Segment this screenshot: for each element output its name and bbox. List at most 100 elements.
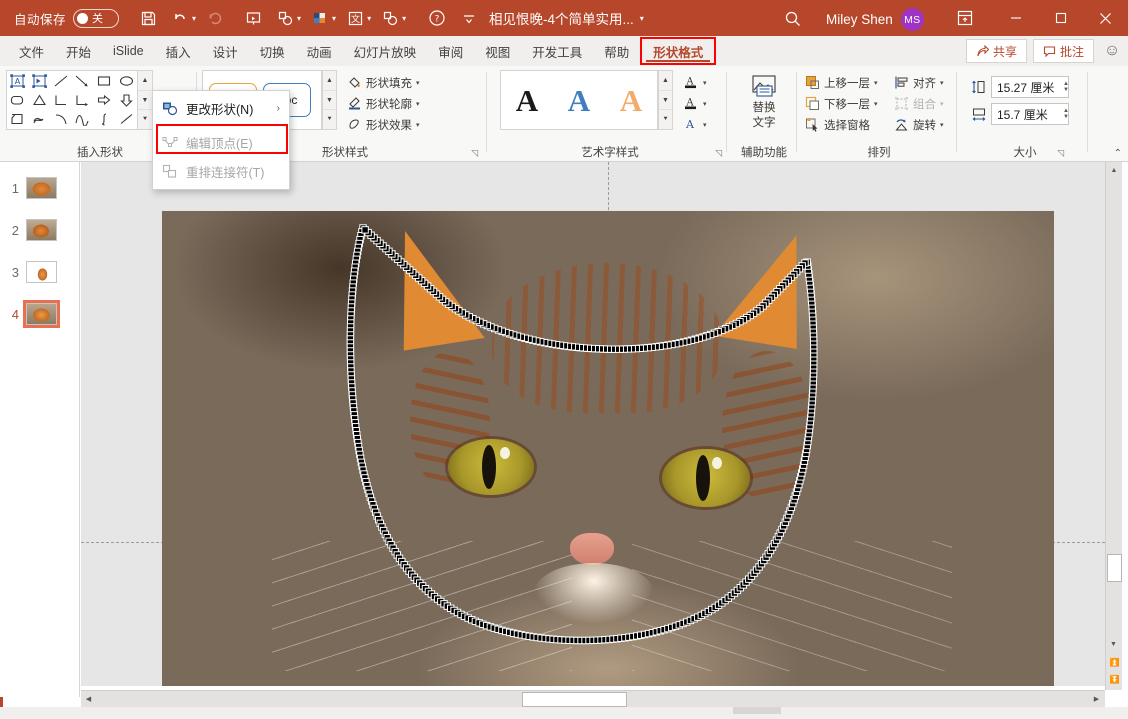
shape-height-stepper[interactable]: ▲ ▼	[1059, 76, 1073, 98]
shape-fill-button[interactable]: 形状填充 ▾	[346, 72, 420, 93]
translate-icon[interactable]: 文	[340, 3, 370, 33]
text-fill-caret-icon[interactable]: ▾	[703, 79, 707, 87]
slide-thumbnail-image[interactable]	[26, 261, 57, 283]
tab-view[interactable]: 视图	[474, 36, 521, 66]
undo-icon[interactable]	[165, 3, 195, 33]
shape-arrow-line-icon[interactable]	[73, 72, 93, 90]
style-more-icon[interactable]: ⯆	[323, 110, 336, 129]
slide-thumbnail-item-4[interactable]: 4	[0, 298, 79, 330]
rotate-button[interactable]: 旋转 ▾	[893, 114, 944, 135]
color-palette-icon[interactable]	[305, 3, 335, 33]
wordart-sample-1[interactable]: A	[516, 85, 538, 116]
hscroll-thumb[interactable]	[522, 691, 627, 707]
align-button[interactable]: 对齐 ▾	[893, 72, 944, 93]
minimize-button[interactable]	[993, 0, 1038, 36]
gallery-scroll-down-icon[interactable]: ▼	[138, 91, 152, 111]
shape-rounded-rect-icon[interactable]	[8, 91, 28, 109]
style-scroll-up-icon[interactable]: ▲	[323, 71, 336, 91]
maximize-button[interactable]	[1038, 0, 1083, 36]
vertex-handles[interactable]	[346, 224, 818, 645]
shape-line-icon[interactable]	[51, 72, 71, 90]
help-icon[interactable]: ?	[422, 3, 452, 33]
vscroll-thumb[interactable]	[1107, 554, 1122, 582]
shape-scribble-icon[interactable]	[29, 110, 49, 128]
shape-folded-corner-icon[interactable]	[8, 110, 28, 128]
send-backward-button[interactable]: 下移一层 ▾	[804, 93, 878, 114]
previous-slide-button[interactable]: ⏫	[1107, 654, 1122, 670]
tab-help[interactable]: 帮助	[593, 36, 640, 66]
tab-animations[interactable]: 动画	[296, 36, 343, 66]
tab-review[interactable]: 审阅	[427, 36, 474, 66]
tab-design[interactable]: 设计	[202, 36, 249, 66]
document-title-area[interactable]: 相见恨晚-4个简单实用... ▾	[489, 8, 644, 28]
shape-textbox-icon[interactable]: A	[8, 72, 28, 90]
palette-caret-icon[interactable]: ▾	[332, 14, 336, 23]
slide-thumbnail-image[interactable]	[26, 219, 57, 241]
style-scroll-down-icon[interactable]: ▼	[323, 91, 336, 111]
shape-outline-button[interactable]: 形状轮廓 ▾	[346, 93, 420, 114]
start-slideshow-icon[interactable]	[238, 3, 268, 33]
size-dialog-launcher[interactable]: ◹	[1057, 148, 1064, 159]
shape-rectangle-icon[interactable]	[94, 72, 114, 90]
collapse-ribbon-button[interactable]: ⌃	[1114, 148, 1122, 159]
shape-fill-caret-icon[interactable]: ▾	[416, 79, 420, 87]
undo-caret-icon[interactable]: ▾	[192, 14, 196, 23]
shape-elbow-connector-icon[interactable]	[51, 91, 71, 109]
shape-width-input[interactable]: 15.7 厘米	[991, 103, 1069, 125]
close-button[interactable]	[1083, 0, 1128, 36]
vscroll-down-arrow-icon[interactable]: ▼	[1106, 637, 1121, 652]
translate-caret-icon[interactable]: ▾	[367, 14, 371, 23]
text-effects-button[interactable]: A ▾	[682, 114, 706, 135]
horizontal-scrollbar[interactable]: ◀ ▶	[81, 690, 1105, 707]
shape-arrow-box-icon[interactable]	[29, 72, 49, 90]
ribbon-display-options-icon[interactable]	[952, 7, 978, 29]
vertex-edit-overlay[interactable]	[162, 211, 1054, 686]
slide-thumbnail-item-3[interactable]: 3	[0, 256, 79, 288]
shapes-gallery-scrollbar[interactable]: ▲ ▼ ⯆	[138, 70, 153, 130]
alt-text-button[interactable]: 替换 文字	[737, 74, 791, 130]
tab-slideshow[interactable]: 幻灯片放映	[343, 36, 428, 66]
account-area[interactable]: Miley Shen MS	[826, 8, 924, 31]
avatar[interactable]: MS	[900, 8, 924, 31]
document-title-caret-icon[interactable]: ▾	[640, 14, 644, 23]
tab-islide[interactable]: iSlide	[102, 36, 155, 66]
hscroll-left-arrow-icon[interactable]: ◀	[81, 692, 96, 707]
shape-elbow-arrow-icon[interactable]	[73, 91, 93, 109]
slide-surface[interactable]	[162, 211, 1054, 686]
wordart-scroll-up-icon[interactable]: ▲	[659, 71, 672, 91]
slide-thumbnail-item-1[interactable]: 1	[0, 172, 79, 204]
shape2-icon[interactable]	[375, 3, 405, 33]
bring-forward-button[interactable]: 上移一层 ▾	[804, 72, 878, 93]
gallery-scroll-up-icon[interactable]: ▲	[138, 71, 152, 91]
shapes-gallery[interactable]: A	[6, 70, 138, 130]
shape-oval-icon[interactable]	[116, 72, 136, 90]
tab-home[interactable]: 开始	[55, 36, 102, 66]
shape-effects-caret-icon[interactable]: ▾	[416, 121, 420, 129]
tab-developer[interactable]: 开发工具	[521, 36, 593, 66]
feedback-smiley-icon[interactable]: ☺	[1100, 39, 1124, 63]
shape-style-scrollbar[interactable]: ▲ ▼ ⯆	[322, 70, 337, 130]
tab-transitions[interactable]: 切换	[249, 36, 296, 66]
next-slide-button[interactable]: ⏬	[1107, 671, 1122, 687]
shape-brace-icon[interactable]	[94, 110, 114, 128]
comment-button[interactable]: 批注	[1032, 39, 1094, 63]
selection-pane-button[interactable]: 选择窗格	[804, 114, 878, 135]
text-outline-button[interactable]: A ▾	[682, 93, 707, 114]
shape-caret-icon[interactable]: ▾	[297, 14, 301, 23]
more-commands-icon[interactable]	[454, 3, 484, 33]
vscroll-up-arrow-icon[interactable]: ▲	[1107, 163, 1122, 178]
tab-insert[interactable]: 插入	[155, 36, 202, 66]
tab-file[interactable]: 文件	[8, 36, 55, 66]
gallery-more-icon[interactable]: ⯆	[138, 110, 152, 129]
wordart-sample-2[interactable]: A	[568, 85, 590, 116]
text-outline-caret-icon[interactable]: ▾	[703, 100, 707, 108]
wordart-gallery-scrollbar[interactable]: ▲ ▼ ⯆	[658, 70, 673, 130]
slide-thumbnail-panel[interactable]: 1 2 3 4	[0, 162, 80, 697]
tab-shape-format[interactable]: 形状格式	[640, 37, 717, 65]
save-icon[interactable]	[133, 3, 163, 33]
shape-effects-button[interactable]: 形状效果 ▾	[346, 114, 420, 135]
bring-forward-caret-icon[interactable]: ▾	[874, 79, 878, 87]
shape-arc-icon[interactable]	[51, 110, 71, 128]
wordart-gallery[interactable]: A A A	[500, 70, 658, 130]
shape-outline-caret-icon[interactable]: ▾	[416, 100, 420, 108]
